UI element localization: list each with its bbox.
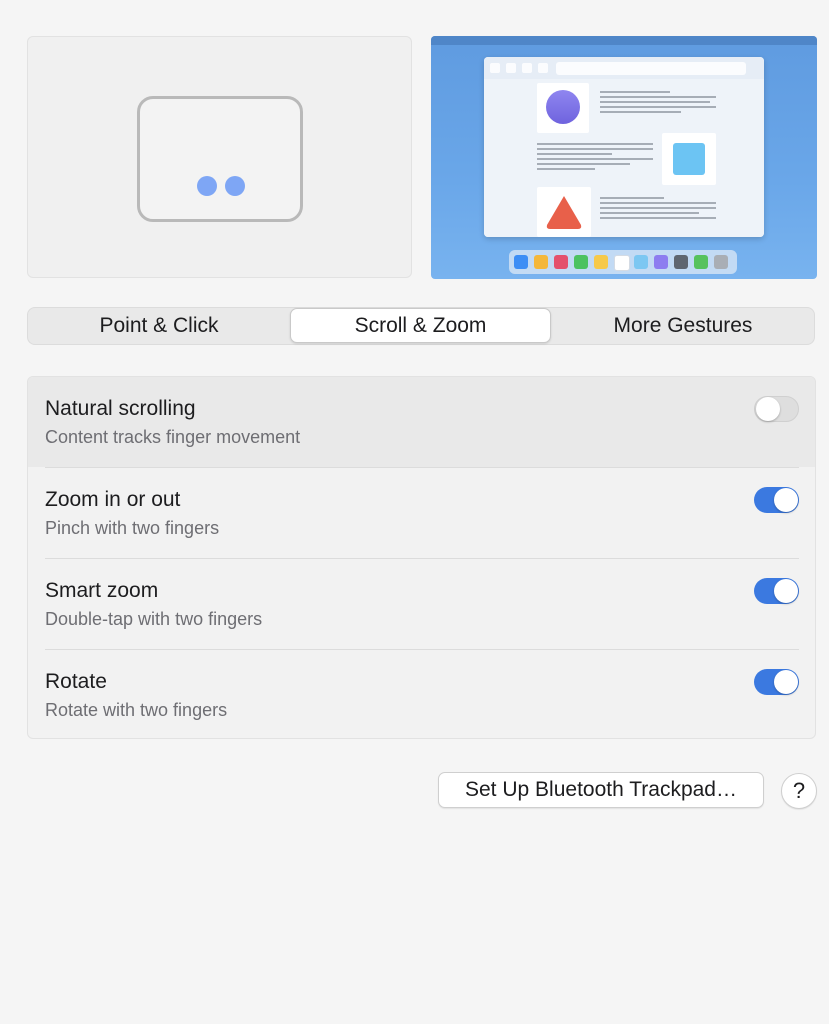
triangle-card-icon [537, 187, 591, 237]
dock-app-icon [634, 255, 648, 269]
dock-app-icon [614, 255, 630, 271]
tab-point-and-click[interactable]: Point & Click [28, 308, 290, 344]
toggle-knob [774, 488, 798, 512]
browser-window-illustration [484, 57, 764, 237]
setting-row-natural-scrolling: Natural scrolling Content tracks finger … [28, 377, 815, 467]
smart-zoom-toggle[interactable] [754, 578, 799, 604]
desktop-preview-illustration [431, 36, 817, 279]
toggle-knob [756, 397, 780, 421]
browser-content-illustration [484, 79, 764, 237]
dock-app-icon [534, 255, 548, 269]
setting-title: Rotate [45, 670, 107, 693]
finger-dot-icon [197, 176, 217, 196]
toggle-knob [774, 670, 798, 694]
dock-illustration [509, 250, 737, 274]
browser-toolbar-illustration [484, 57, 764, 79]
help-button[interactable]: ? [781, 773, 817, 809]
tab-bar: Point & Click Scroll & Zoom More Gesture… [27, 307, 815, 345]
square-card-icon [662, 133, 716, 185]
setting-row-rotate: Rotate Rotate with two fingers [28, 650, 815, 738]
scroll-zoom-settings-list: Natural scrolling Content tracks finger … [27, 376, 816, 739]
set-up-bluetooth-trackpad-button[interactable]: Set Up Bluetooth Trackpad… [438, 772, 764, 808]
dock-app-icon [554, 255, 568, 269]
setting-title: Natural scrolling [45, 397, 196, 420]
tab-scroll-and-zoom[interactable]: Scroll & Zoom [290, 308, 551, 343]
zoom-in-or-out-toggle[interactable] [754, 487, 799, 513]
trackpad-illustration [137, 96, 303, 222]
rotate-toggle[interactable] [754, 669, 799, 695]
setting-description: Rotate with two fingers [45, 700, 228, 720]
toggle-knob [774, 579, 798, 603]
setting-description: Pinch with two fingers [45, 518, 220, 538]
dock-app-icon [594, 255, 608, 269]
menu-bar-illustration [431, 36, 817, 45]
setting-title: Smart zoom [45, 579, 159, 602]
dock-app-icon [514, 255, 528, 269]
setting-row-smart-zoom: Smart zoom Double-tap with two fingers [28, 559, 815, 649]
dock-app-icon [654, 255, 668, 269]
setting-description: Content tracks finger movement [45, 427, 301, 447]
dock-app-icon [674, 255, 688, 269]
dock-app-icon [694, 255, 708, 269]
dock-app-icon [574, 255, 588, 269]
tab-more-gestures[interactable]: More Gestures [552, 308, 814, 344]
circle-card-icon [537, 83, 589, 133]
setting-row-zoom-in-or-out: Zoom in or out Pinch with two fingers [28, 468, 815, 558]
natural-scrolling-toggle[interactable] [754, 396, 799, 422]
finger-dot-icon [225, 176, 245, 196]
dock-app-icon [714, 255, 728, 269]
gesture-preview-panel [27, 36, 412, 278]
setting-description: Double-tap with two fingers [45, 609, 263, 629]
setting-title: Zoom in or out [45, 488, 181, 511]
